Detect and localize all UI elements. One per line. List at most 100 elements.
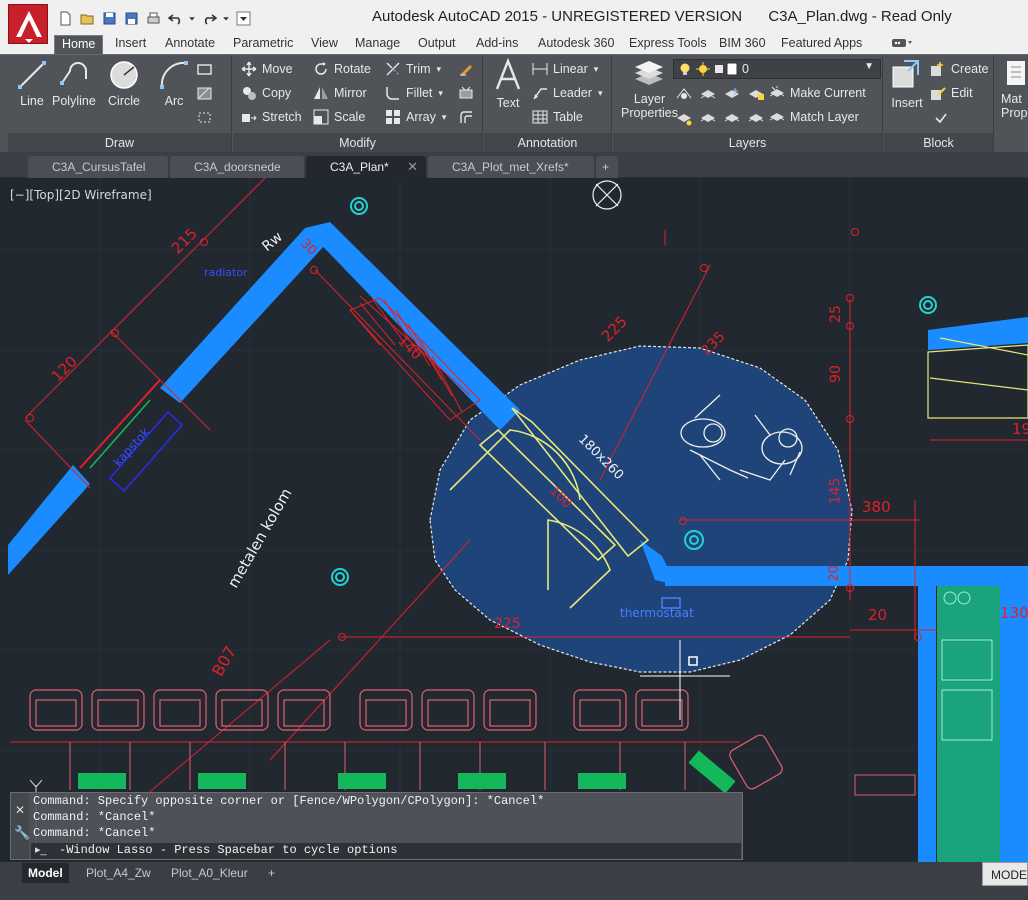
leader-label: Leader [553, 86, 592, 100]
add-layout-icon[interactable]: + [262, 863, 281, 883]
fillet-button[interactable]: Fillet ▾ [385, 82, 443, 104]
modify-panel-title[interactable]: Modify [233, 133, 482, 153]
rotate-button[interactable]: Rotate [313, 58, 371, 80]
tab-featured-apps[interactable]: Featured Apps [774, 35, 869, 54]
stretch-button[interactable]: Stretch [241, 106, 302, 128]
redo-dropdown-icon[interactable] [220, 8, 232, 28]
arc-button[interactable]: Arc [158, 59, 190, 108]
command-input[interactable]: ▸_ -Window Lasso - Press Spacebar to cyc… [31, 843, 741, 859]
trim-button[interactable]: Trim ▾ [385, 58, 441, 80]
viewport-controls-label[interactable]: [−][Top][2D Wireframe] [10, 188, 152, 202]
tab-home[interactable]: Home [54, 35, 104, 54]
save-as-icon[interactable] [120, 8, 142, 28]
fillet-label: Fillet [406, 86, 433, 100]
command-window-handle[interactable]: ✕ 🔧 [11, 793, 30, 859]
draw-panel-title[interactable]: Draw [8, 133, 231, 153]
rectangle-icon[interactable] [194, 59, 216, 81]
dimension-text: 20 [868, 606, 888, 624]
file-tab-plan[interactable]: C3A_Plan* ✕ [306, 156, 426, 178]
layer-unlock-icon[interactable] [745, 107, 767, 129]
text-button[interactable]: Text [492, 57, 524, 110]
command-history-line: Command: *Cancel* [33, 810, 156, 824]
scale-button[interactable]: Scale [313, 106, 365, 128]
block-panel-title[interactable]: Block [884, 133, 993, 153]
redo-icon[interactable] [198, 8, 220, 28]
explode-icon[interactable] [455, 82, 477, 104]
tab-express-tools[interactable]: Express Tools [622, 35, 714, 54]
make-current-button[interactable]: Make Current [769, 82, 866, 104]
layout-tab-model[interactable]: Model [22, 863, 69, 883]
copy-label: Copy [262, 86, 292, 100]
undo-icon[interactable] [164, 8, 186, 28]
boundary-icon[interactable] [194, 107, 216, 129]
mirror-label: Mirror [334, 86, 367, 100]
layer-properties-button[interactable]: Layer Properties [621, 57, 678, 120]
circle-button[interactable]: Circle [108, 59, 140, 108]
application-menu-button[interactable] [8, 4, 48, 44]
customize-toolbar-icon[interactable] [232, 8, 254, 28]
move-button[interactable]: Move [241, 58, 293, 80]
erase-icon[interactable] [455, 58, 477, 80]
mirror-button[interactable]: Mirror [313, 82, 367, 104]
new-tab-button[interactable]: + [596, 156, 618, 178]
polyline-icon [59, 62, 87, 85]
file-tab-doorsnede[interactable]: C3A_doorsnede [170, 156, 304, 178]
layer-previous-icon[interactable] [673, 107, 695, 129]
polyline-button[interactable]: Polyline [52, 59, 96, 108]
plot-icon[interactable] [142, 8, 164, 28]
layout-tab-plot-a4[interactable]: Plot_A4_Zw [80, 863, 157, 883]
linear-dimension-button[interactable]: Linear ▾ [532, 58, 598, 80]
tab-view[interactable]: View [304, 35, 345, 54]
tab-autodesk-360[interactable]: Autodesk 360 [531, 35, 621, 54]
wrench-icon[interactable]: 🔧 [14, 825, 30, 841]
table-icon [532, 110, 548, 124]
ribbon-display-toggle-icon[interactable] [884, 35, 920, 54]
copy-button[interactable]: Copy [241, 82, 291, 104]
annotation-panel-title[interactable]: Annotation [484, 133, 611, 153]
close-tab-icon[interactable]: ✕ [407, 156, 418, 178]
properties-panel: Mat Prope [995, 55, 1028, 153]
line-button[interactable]: Line [16, 59, 48, 108]
block-attribute-icon[interactable] [930, 107, 952, 129]
trim-icon [386, 62, 400, 76]
open-folder-icon[interactable] [76, 8, 98, 28]
layer-lock-icon[interactable] [745, 83, 767, 105]
layer-freeze-icon[interactable] [721, 83, 743, 105]
layers-panel-title[interactable]: Layers [613, 133, 882, 153]
leader-button[interactable]: Leader ▾ [532, 82, 602, 104]
match-properties-button[interactable]: Mat Prope [1001, 57, 1028, 120]
save-icon[interactable] [98, 8, 120, 28]
layer-isolate-icon[interactable] [697, 83, 719, 105]
tab-parametric[interactable]: Parametric [226, 35, 300, 54]
offset-icon[interactable] [455, 106, 477, 128]
create-block-button[interactable]: Create [930, 58, 989, 80]
insert-block-icon [892, 60, 919, 88]
tab-manage[interactable]: Manage [348, 35, 407, 54]
layout-tab-plot-a0[interactable]: Plot_A0_Kleur [165, 863, 254, 883]
drawing-canvas[interactable]: [−][Top][2D Wireframe] 215 120 30 Rw rad… [0, 178, 1028, 862]
hatch-icon[interactable] [194, 83, 216, 105]
model-space-toggle[interactable]: MODEL [982, 862, 1028, 886]
layer-off-icon[interactable] [673, 83, 695, 105]
layer-walk-icon[interactable] [697, 107, 719, 129]
edit-block-button[interactable]: Edit [930, 82, 973, 104]
tab-bim-360[interactable]: BIM 360 [712, 35, 773, 54]
close-icon[interactable]: ✕ [15, 803, 25, 817]
match-layer-button[interactable]: Match Layer [769, 106, 859, 128]
file-tab-cursustafel[interactable]: C3A_CursusTafel [28, 156, 168, 178]
tab-insert[interactable]: Insert [108, 35, 153, 54]
undo-dropdown-icon[interactable] [186, 8, 198, 28]
layer-thaw-icon[interactable] [721, 107, 743, 129]
keyboards [78, 750, 736, 794]
layer-dropdown[interactable]: 0 ▼ [673, 59, 881, 79]
table-button[interactable]: Table [532, 106, 583, 128]
dimension-text: 225 [494, 616, 521, 632]
tab-annotate[interactable]: Annotate [158, 35, 222, 54]
file-tab-plot-met-xrefs[interactable]: C3A_Plot_met_Xrefs* [428, 156, 594, 178]
new-file-icon[interactable] [54, 8, 76, 28]
array-button[interactable]: Array ▾ [385, 106, 446, 128]
linear-dimension-icon [532, 63, 548, 75]
tab-output[interactable]: Output [411, 35, 463, 54]
insert-block-button[interactable]: Insert [890, 57, 924, 110]
tab-add-ins[interactable]: Add-ins [469, 35, 525, 54]
